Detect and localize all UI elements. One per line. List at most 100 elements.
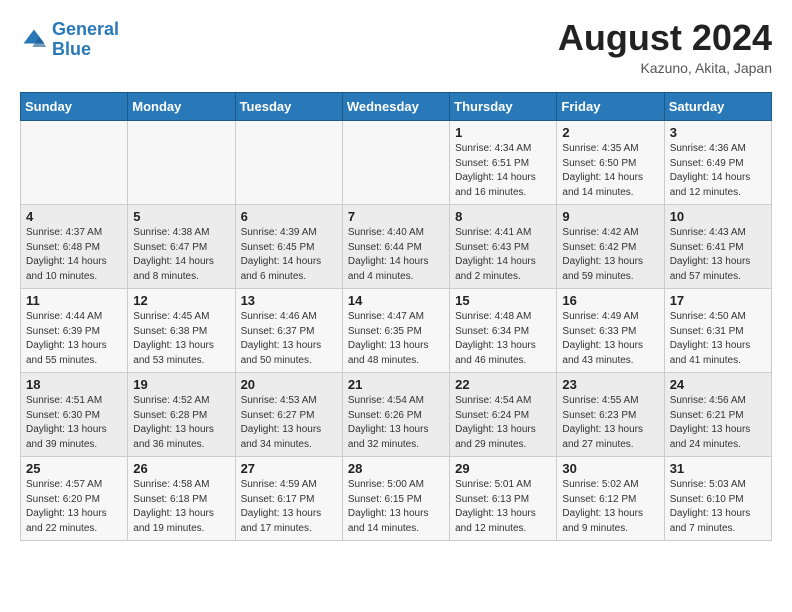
- weekday-header-monday: Monday: [128, 93, 235, 121]
- day-info: Sunrise: 4:51 AM Sunset: 6:30 PM Dayligh…: [26, 394, 122, 452]
- weekday-header-wednesday: Wednesday: [342, 93, 449, 121]
- month-year: August 2024: [558, 20, 772, 56]
- calendar-cell: 22 Sunrise: 4:54 AM Sunset: 6:24 PM Dayli…: [450, 373, 557, 457]
- calendar-cell: 6 Sunrise: 4:39 AM Sunset: 6:45 PM Daylig…: [235, 205, 342, 289]
- calendar-cell: 17 Sunrise: 4:50 AM Sunset: 6:31 PM Dayli…: [664, 289, 771, 373]
- calendar-cell: 23Sunrise: 4:55 AM Sunset: 6:23 PM Dayli…: [557, 373, 664, 457]
- calendar-cell: 10Sunrise: 4:43 AM Sunset: 6:41 PM Dayli…: [664, 205, 771, 289]
- day-info: Sunrise: 4:41 AM Sunset: 6:43 PM Dayligh…: [455, 226, 551, 284]
- day-number: 31: [670, 461, 766, 476]
- calendar-cell: [128, 121, 235, 205]
- day-info: Sunrise: 4:42 AM Sunset: 6:42 PM Dayligh…: [562, 226, 658, 284]
- day-number: 26: [133, 461, 229, 476]
- day-info: Sunrise: 4:52 AM Sunset: 6:28 PM Dayligh…: [133, 394, 229, 452]
- day-info: Sunrise: 4:53 AM Sunset: 6:27 PM Dayligh…: [241, 394, 337, 452]
- calendar-week-row: 18 Sunrise: 4:51 AM Sunset: 6:30 PM Dayli…: [21, 373, 772, 457]
- calendar-cell: 1 Sunrise: 4:34 AM Sunset: 6:51 PM Daylig…: [450, 121, 557, 205]
- calendar-cell: 8 Sunrise: 4:41 AM Sunset: 6:43 PM Daylig…: [450, 205, 557, 289]
- day-number: 20: [241, 377, 337, 392]
- calendar-week-row: 25Sunrise: 4:57 AM Sunset: 6:20 PM Dayli…: [21, 457, 772, 541]
- calendar-cell: 11Sunrise: 4:44 AM Sunset: 6:39 PM Dayli…: [21, 289, 128, 373]
- calendar-cell: 30Sunrise: 5:02 AM Sunset: 6:12 PM Dayli…: [557, 457, 664, 541]
- day-number: 4: [26, 209, 122, 224]
- day-info: Sunrise: 4:56 AM Sunset: 6:21 PM Dayligh…: [670, 394, 766, 452]
- day-number: 6: [241, 209, 337, 224]
- calendar-cell: 16 Sunrise: 4:49 AM Sunset: 6:33 PM Dayli…: [557, 289, 664, 373]
- calendar-cell: 24Sunrise: 4:56 AM Sunset: 6:21 PM Dayli…: [664, 373, 771, 457]
- calendar-cell: [235, 121, 342, 205]
- calendar-cell: 18 Sunrise: 4:51 AM Sunset: 6:30 PM Dayli…: [21, 373, 128, 457]
- calendar-cell: 13Sunrise: 4:46 AM Sunset: 6:37 PM Dayli…: [235, 289, 342, 373]
- day-info: Sunrise: 4:38 AM Sunset: 6:47 PM Dayligh…: [133, 226, 229, 284]
- calendar-cell: 7 Sunrise: 4:40 AM Sunset: 6:44 PM Daylig…: [342, 205, 449, 289]
- logo: General Blue: [20, 20, 119, 60]
- day-number: 8: [455, 209, 551, 224]
- weekday-header-thursday: Thursday: [450, 93, 557, 121]
- day-info: Sunrise: 4:47 AM Sunset: 6:35 PM Dayligh…: [348, 310, 444, 368]
- day-number: 2: [562, 125, 658, 140]
- page-header: General Blue August 2024 Kazuno, Akita, …: [20, 20, 772, 76]
- day-info: Sunrise: 4:49 AM Sunset: 6:33 PM Dayligh…: [562, 310, 658, 368]
- calendar-week-row: 4Sunrise: 4:37 AM Sunset: 6:48 PM Daylig…: [21, 205, 772, 289]
- calendar-cell: [342, 121, 449, 205]
- day-number: 17: [670, 293, 766, 308]
- day-number: 10: [670, 209, 766, 224]
- day-info: Sunrise: 4:39 AM Sunset: 6:45 PM Dayligh…: [241, 226, 337, 284]
- day-number: 5: [133, 209, 229, 224]
- calendar-cell: 15 Sunrise: 4:48 AM Sunset: 6:34 PM Dayli…: [450, 289, 557, 373]
- day-info: Sunrise: 4:34 AM Sunset: 6:51 PM Dayligh…: [455, 142, 551, 200]
- calendar-cell: 2 Sunrise: 4:35 AM Sunset: 6:50 PM Daylig…: [557, 121, 664, 205]
- calendar-cell: 25Sunrise: 4:57 AM Sunset: 6:20 PM Dayli…: [21, 457, 128, 541]
- day-info: Sunrise: 4:44 AM Sunset: 6:39 PM Dayligh…: [26, 310, 122, 368]
- day-number: 18: [26, 377, 122, 392]
- calendar-cell: 14 Sunrise: 4:47 AM Sunset: 6:35 PM Dayli…: [342, 289, 449, 373]
- calendar-cell: 31Sunrise: 5:03 AM Sunset: 6:10 PM Dayli…: [664, 457, 771, 541]
- day-number: 23: [562, 377, 658, 392]
- day-info: Sunrise: 5:01 AM Sunset: 6:13 PM Dayligh…: [455, 478, 551, 536]
- calendar-cell: 3 Sunrise: 4:36 AM Sunset: 6:49 PM Daylig…: [664, 121, 771, 205]
- day-number: 9: [562, 209, 658, 224]
- calendar-cell: 26 Sunrise: 4:58 AM Sunset: 6:18 PM Dayli…: [128, 457, 235, 541]
- day-info: Sunrise: 4:58 AM Sunset: 6:18 PM Dayligh…: [133, 478, 229, 536]
- calendar-cell: 27Sunrise: 4:59 AM Sunset: 6:17 PM Dayli…: [235, 457, 342, 541]
- day-info: Sunrise: 4:48 AM Sunset: 6:34 PM Dayligh…: [455, 310, 551, 368]
- day-number: 22: [455, 377, 551, 392]
- day-number: 7: [348, 209, 444, 224]
- weekday-header-saturday: Saturday: [664, 93, 771, 121]
- day-info: Sunrise: 4:54 AM Sunset: 6:26 PM Dayligh…: [348, 394, 444, 452]
- calendar-table: SundayMondayTuesdayWednesdayThursdayFrid…: [20, 92, 772, 541]
- logo-line1: General: [52, 19, 119, 39]
- weekday-header-friday: Friday: [557, 93, 664, 121]
- day-info: Sunrise: 4:35 AM Sunset: 6:50 PM Dayligh…: [562, 142, 658, 200]
- day-number: 19: [133, 377, 229, 392]
- calendar-cell: 9 Sunrise: 4:42 AM Sunset: 6:42 PM Daylig…: [557, 205, 664, 289]
- weekday-header-tuesday: Tuesday: [235, 93, 342, 121]
- day-number: 14: [348, 293, 444, 308]
- day-info: Sunrise: 4:46 AM Sunset: 6:37 PM Dayligh…: [241, 310, 337, 368]
- day-info: Sunrise: 4:45 AM Sunset: 6:38 PM Dayligh…: [133, 310, 229, 368]
- day-number: 12: [133, 293, 229, 308]
- calendar-cell: 21Sunrise: 4:54 AM Sunset: 6:26 PM Dayli…: [342, 373, 449, 457]
- day-number: 28: [348, 461, 444, 476]
- logo-line2: Blue: [52, 39, 91, 59]
- location: Kazuno, Akita, Japan: [558, 60, 772, 76]
- weekday-header-row: SundayMondayTuesdayWednesdayThursdayFrid…: [21, 93, 772, 121]
- day-number: 1: [455, 125, 551, 140]
- day-info: Sunrise: 4:36 AM Sunset: 6:49 PM Dayligh…: [670, 142, 766, 200]
- calendar-cell: 12 Sunrise: 4:45 AM Sunset: 6:38 PM Dayli…: [128, 289, 235, 373]
- logo-icon: [20, 26, 48, 54]
- day-info: Sunrise: 4:40 AM Sunset: 6:44 PM Dayligh…: [348, 226, 444, 284]
- calendar-cell: 5 Sunrise: 4:38 AM Sunset: 6:47 PM Daylig…: [128, 205, 235, 289]
- day-info: Sunrise: 5:02 AM Sunset: 6:12 PM Dayligh…: [562, 478, 658, 536]
- day-number: 3: [670, 125, 766, 140]
- day-info: Sunrise: 4:50 AM Sunset: 6:31 PM Dayligh…: [670, 310, 766, 368]
- day-info: Sunrise: 4:54 AM Sunset: 6:24 PM Dayligh…: [455, 394, 551, 452]
- day-info: Sunrise: 5:00 AM Sunset: 6:15 PM Dayligh…: [348, 478, 444, 536]
- day-info: Sunrise: 4:59 AM Sunset: 6:17 PM Dayligh…: [241, 478, 337, 536]
- day-number: 29: [455, 461, 551, 476]
- calendar-cell: 20 Sunrise: 4:53 AM Sunset: 6:27 PM Dayli…: [235, 373, 342, 457]
- logo-text: General Blue: [52, 20, 119, 60]
- day-number: 15: [455, 293, 551, 308]
- day-number: 16: [562, 293, 658, 308]
- calendar-cell: 19 Sunrise: 4:52 AM Sunset: 6:28 PM Dayli…: [128, 373, 235, 457]
